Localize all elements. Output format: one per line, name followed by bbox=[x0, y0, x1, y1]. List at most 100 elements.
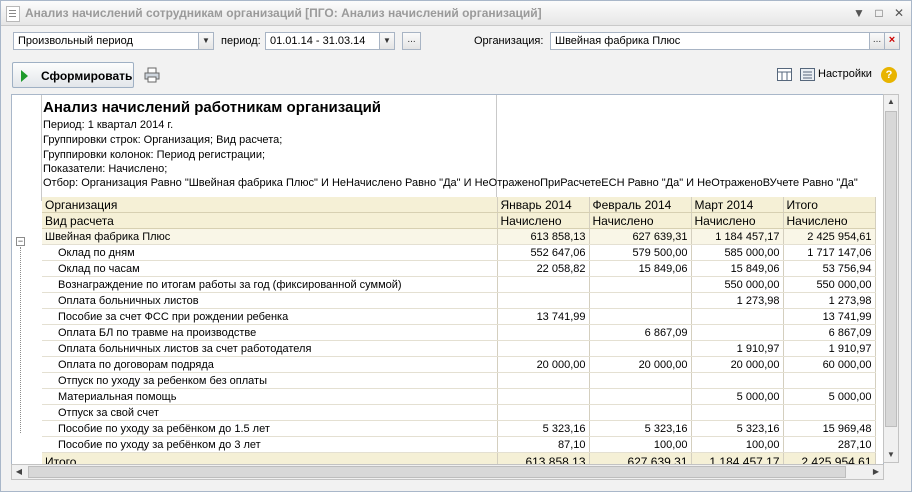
cell-value bbox=[783, 372, 876, 389]
cell-value: 22 058,82 bbox=[497, 260, 590, 277]
table-layout-icon[interactable] bbox=[777, 68, 792, 81]
cell-value bbox=[497, 404, 590, 421]
table-row[interactable]: Оклад по часам 22 058,82 15 849,06 15 849,0… bbox=[42, 260, 876, 277]
help-icon[interactable]: ? bbox=[881, 67, 897, 83]
table-row[interactable]: Оплата БЛ по травме на производстве 6 867… bbox=[42, 324, 876, 341]
maximize-icon[interactable]: □ bbox=[871, 5, 887, 21]
period-input[interactable]: 01.01.14 - 31.03.14 bbox=[265, 32, 380, 50]
table-row[interactable]: Пособие по уходу за ребёнком до 1.5 лет 5… bbox=[42, 420, 876, 437]
cell-value bbox=[497, 388, 590, 405]
row-kind-label: Пособие за счет ФСС при рождении ребенка bbox=[42, 308, 498, 325]
organization-clear-button[interactable]: × bbox=[884, 32, 900, 50]
table-row[interactable]: Материальная помощь 5 000,00 5 000,00 bbox=[42, 388, 876, 405]
horizontal-scrollbar[interactable]: ◀ ▶ bbox=[11, 464, 884, 480]
organization-label: Организация: bbox=[474, 35, 544, 47]
cell-value: 1 273,98 bbox=[783, 292, 876, 309]
close-icon[interactable]: ✕ bbox=[891, 5, 907, 21]
cell-value: 1 910,97 bbox=[691, 340, 784, 357]
report-indicators-line: Показатели: Начислено; bbox=[43, 163, 168, 175]
scroll-down-icon[interactable]: ▼ bbox=[884, 448, 898, 462]
cell-value: 5 323,16 bbox=[691, 420, 784, 437]
table-row[interactable]: Отпуск по уходу за ребенком без оплаты bbox=[42, 372, 876, 389]
column-header-kind: Вид расчета bbox=[42, 212, 498, 229]
period-type-dropdown-icon[interactable]: ▼ bbox=[198, 32, 214, 50]
cell-value: 6 867,09 bbox=[589, 324, 692, 341]
header-row-kind: Вид расчета Начислено Начислено Начислен… bbox=[42, 212, 876, 229]
document-icon bbox=[6, 6, 20, 22]
scroll-thumb[interactable] bbox=[885, 111, 897, 427]
column-header-measure: Начислено bbox=[691, 212, 784, 229]
cell-value bbox=[497, 340, 590, 357]
row-kind-label: Отпуск по уходу за ребенком без оплаты bbox=[42, 372, 498, 389]
table-row[interactable]: Вознаграждение по итогам работы за год (… bbox=[42, 276, 876, 293]
cell-value bbox=[691, 324, 784, 341]
cell-value: 13 741,99 bbox=[783, 308, 876, 325]
row-kind-label: Отпуск за свой счет bbox=[42, 404, 498, 421]
cell-value: 5 323,16 bbox=[589, 420, 692, 437]
scroll-up-icon[interactable]: ▲ bbox=[884, 95, 898, 109]
cell-value: 550 000,00 bbox=[783, 276, 876, 293]
cell-value: 5 000,00 bbox=[691, 388, 784, 405]
period-picker-button[interactable]: ... bbox=[402, 32, 421, 50]
group-row[interactable]: Швейная фабрика Плюс 613 858,13 627 639,… bbox=[42, 228, 876, 245]
cell-value bbox=[589, 292, 692, 309]
group-name: Швейная фабрика Плюс bbox=[42, 228, 498, 245]
cell-value: 1 273,98 bbox=[691, 292, 784, 309]
cell-value: 5 000,00 bbox=[783, 388, 876, 405]
report-window: Анализ начислений сотрудникам организаци… bbox=[0, 0, 912, 492]
table-row[interactable]: Оплата больничных листов 1 273,98 1 273,98 bbox=[42, 292, 876, 309]
cell-value bbox=[589, 276, 692, 293]
cell-value: 15 849,06 bbox=[589, 260, 692, 277]
period-label: период: bbox=[221, 35, 261, 47]
table-row[interactable]: Оплата больничных листов за счет работод… bbox=[42, 340, 876, 357]
table-row[interactable]: Оклад по дням 552 647,06 579 500,00 585 000… bbox=[42, 244, 876, 261]
period-type-select[interactable]: Произвольный период bbox=[13, 32, 199, 50]
cell-value: 1 184 457,17 bbox=[691, 228, 784, 245]
cell-value: 60 000,00 bbox=[783, 356, 876, 373]
table-row[interactable]: Пособие по уходу за ребёнком до 3 лет 87,… bbox=[42, 436, 876, 453]
organization-picker-button[interactable]: ... bbox=[869, 32, 885, 50]
cell-value bbox=[691, 372, 784, 389]
table-row[interactable]: Отпуск за свой счет bbox=[42, 404, 876, 421]
report-sheet: Анализ начислений работникам организаций… bbox=[11, 94, 884, 465]
play-icon bbox=[21, 70, 28, 82]
organization-input[interactable]: Швейная фабрика Плюс bbox=[550, 32, 870, 50]
settings-icon[interactable] bbox=[800, 68, 815, 81]
settings-link[interactable]: Настройки bbox=[818, 68, 872, 80]
report-column-groups-line: Группировки колонок: Период регистрации; bbox=[43, 149, 266, 161]
generate-button-label: Сформировать bbox=[41, 69, 133, 83]
vertical-scrollbar[interactable]: ▲ ▼ bbox=[883, 94, 899, 463]
period-dropdown-icon[interactable]: ▼ bbox=[379, 32, 395, 50]
cell-value: 15 849,06 bbox=[691, 260, 784, 277]
header-row-organization: Организация Январь 2014 Февраль 2014 Мар… bbox=[42, 197, 876, 213]
cell-value: 13 741,99 bbox=[497, 308, 590, 325]
restore-icon[interactable]: ▼ bbox=[851, 5, 867, 21]
cell-value: 5 323,16 bbox=[497, 420, 590, 437]
scroll-thumb[interactable] bbox=[28, 466, 846, 478]
report-period-line: Период: 1 квартал 2014 г. bbox=[43, 119, 174, 131]
column-header-measure: Начислено bbox=[783, 212, 876, 229]
cell-value bbox=[497, 276, 590, 293]
column-header-month: Март 2014 bbox=[691, 197, 784, 213]
printer-icon[interactable] bbox=[144, 67, 160, 83]
row-kind-label: Оклад по часам bbox=[42, 260, 498, 277]
table-row[interactable]: Пособие за счет ФСС при рождении ребенка… bbox=[42, 308, 876, 325]
cell-value bbox=[589, 340, 692, 357]
row-kind-label: Пособие по уходу за ребёнком до 1.5 лет bbox=[42, 420, 498, 437]
row-kind-label: Оплата больничных листов bbox=[42, 292, 498, 309]
cell-value bbox=[589, 404, 692, 421]
scroll-left-icon[interactable]: ◀ bbox=[12, 465, 26, 479]
row-kind-label: Оплата БЛ по травме на производстве bbox=[42, 324, 498, 341]
column-separator bbox=[41, 95, 42, 201]
table-row[interactable]: Оплата по договорам подряда 20 000,00 20 0… bbox=[42, 356, 876, 373]
cell-value: 2 425 954,61 bbox=[783, 228, 876, 245]
cell-value: 20 000,00 bbox=[691, 356, 784, 373]
collapse-group-icon[interactable]: − bbox=[16, 237, 25, 246]
generate-button[interactable]: Сформировать bbox=[12, 62, 134, 88]
cell-value: 15 969,48 bbox=[783, 420, 876, 437]
cell-value bbox=[589, 308, 692, 325]
cell-value: 585 000,00 bbox=[691, 244, 784, 261]
row-kind-label: Вознаграждение по итогам работы за год (… bbox=[42, 276, 498, 293]
scroll-right-icon[interactable]: ▶ bbox=[869, 465, 883, 479]
cell-value: 579 500,00 bbox=[589, 244, 692, 261]
